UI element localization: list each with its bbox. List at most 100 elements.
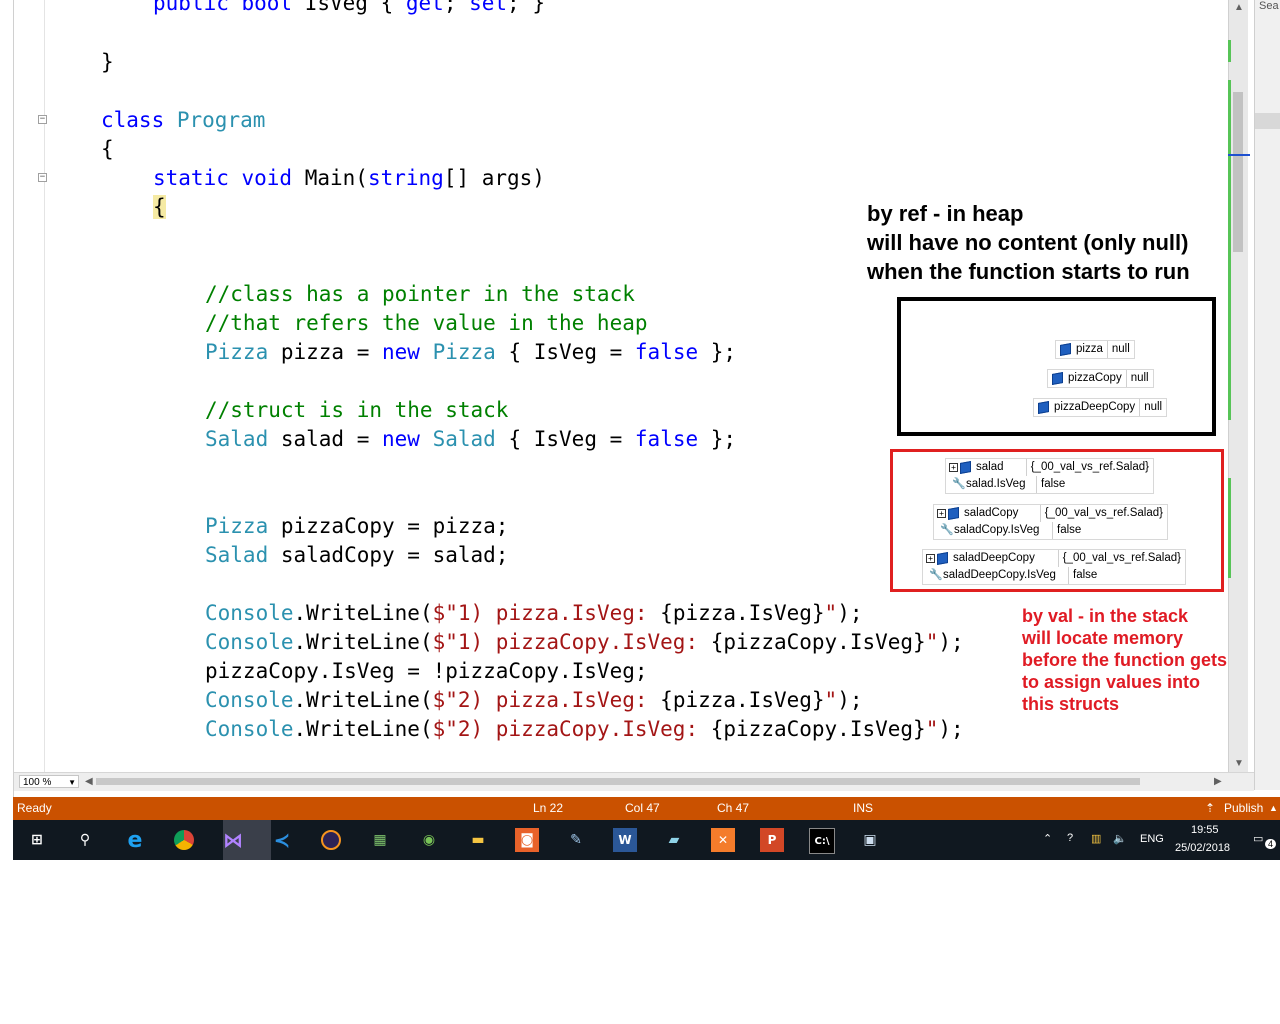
expand-icon[interactable]: + (949, 463, 958, 472)
datatip-salad[interactable]: + salad {_00_val_vs_ref.Salad} 🔧 salad.IsVe… (945, 458, 1154, 494)
collapse-icon[interactable]: − (38, 115, 47, 124)
vertical-scroll-thumb[interactable] (1233, 92, 1243, 252)
editor-bottom-bar: 100 % ▼ ◀ ▶ (14, 772, 1254, 791)
code-line-13: Salad saladCopy = salad; (205, 543, 509, 567)
calculator-icon[interactable]: ▦ (368, 828, 392, 852)
clock-time[interactable]: 19:55 (1191, 824, 1219, 836)
code-line-9: Pizza pizza = new Pizza { IsVeg = false … (205, 340, 737, 364)
code-line-8: //that refers the value in the heap (205, 311, 648, 335)
paint-app-icon[interactable]: ✎ (564, 828, 588, 852)
language-indicator[interactable]: ENG (1140, 833, 1164, 845)
chrome-icon[interactable] (172, 828, 196, 852)
datatip-value: null (1111, 343, 1130, 355)
datatip-saladcopy[interactable]: + saladCopy {_00_val_vs_ref.Salad} 🔧 saladC… (933, 504, 1168, 540)
status-column: Col 47 (625, 801, 660, 815)
stack-annotation-line: to assign values into (1022, 672, 1201, 692)
collapse-icon[interactable]: − (38, 173, 47, 182)
datatip-value: null (1144, 401, 1163, 413)
status-bar: Ready Ln 22 Col 47 Ch 47 INS ⇡ Publish ▲ (13, 797, 1280, 820)
android-studio-icon[interactable]: ◉ (417, 828, 441, 852)
notepad-app-icon[interactable]: ▰ (662, 828, 686, 852)
publish-up-icon[interactable]: ⇡ (1205, 797, 1215, 820)
orange-app-icon[interactable]: ◙ (515, 828, 539, 852)
scroll-down-icon[interactable]: ▼ (1234, 758, 1244, 769)
chevron-down-icon: ▼ (68, 778, 76, 787)
code-line-7: //class has a pointer in the stack (205, 282, 635, 306)
code-line-11: Salad salad = new Salad { IsVeg = false … (205, 427, 737, 451)
heap-annotation-line: by ref - in heap (867, 201, 1024, 226)
network-icon[interactable]: ▥ (1091, 832, 1101, 845)
volume-icon[interactable]: 🔈 (1113, 832, 1127, 845)
expand-icon[interactable]: + (926, 554, 935, 563)
file-explorer-icon[interactable]: ▬ (466, 828, 490, 852)
datatip-value: {_00_val_vs_ref.Salad} (1030, 461, 1149, 473)
variable-icon (948, 507, 959, 520)
notifications-icon[interactable]: ▭ (1253, 832, 1263, 845)
code-line-16: pizzaCopy.IsVeg = !pizzaCopy.IsVeg; (205, 659, 648, 683)
right-panel-search-label[interactable]: Sea (1259, 0, 1279, 12)
datatip-name: saladDeepCopy (953, 552, 1035, 564)
variable-icon (960, 461, 971, 474)
zoom-select[interactable]: 100 % ▼ (19, 775, 79, 788)
datatip-name: pizza (1076, 343, 1103, 355)
scroll-right-icon[interactable]: ▶ (1214, 776, 1222, 787)
heap-annotation-line: when the function starts to run (867, 259, 1190, 284)
datatip-name: salad (976, 461, 1004, 473)
change-marker (1228, 80, 1231, 420)
horizontal-scroll-thumb[interactable] (96, 778, 1140, 785)
code-line-15: Console.WriteLine($"1) pizzaCopy.IsVeg: … (205, 630, 964, 654)
caret-position-marker (1228, 154, 1250, 156)
expand-icon[interactable]: + (937, 509, 946, 518)
code-line-10: //struct is in the stack (205, 398, 509, 422)
publish-button[interactable]: Publish (1224, 797, 1263, 820)
left-window-edge (0, 0, 14, 860)
vertical-scrollbar[interactable]: ▲ ▼ (1228, 0, 1248, 772)
powerpoint-icon[interactable]: P (760, 828, 784, 852)
heap-annotation: by ref - in heap will have no content (o… (867, 199, 1190, 286)
xampp-icon[interactable]: ✕ (711, 828, 735, 852)
word-icon[interactable]: W (613, 828, 637, 852)
datatip-name: pizzaCopy (1068, 372, 1122, 384)
right-side-panel: Sea (1254, 0, 1280, 790)
stack-annotation-line: by val - in the stack (1022, 606, 1189, 626)
windows-taskbar: ⊞ ⚲ e ⋈ ≺ ▦ ◉ ▬ ◙ ✎ W ▰ ✕ P C:\ ▣ ⌃ ? ▥ … (13, 820, 1280, 860)
code-line-1: public bool IsVeg { get; set; } (153, 0, 545, 15)
code-line-2: } (101, 50, 114, 74)
visual-studio-icon[interactable]: ⋈ (221, 828, 245, 852)
datatip-pizzadeepcopy[interactable]: pizzaDeepCopy null (1033, 398, 1168, 417)
eclipse-icon[interactable] (319, 828, 343, 852)
variable-icon (1060, 343, 1071, 356)
tray-chevron-up-icon[interactable]: ⌃ (1043, 832, 1052, 845)
datatip-member-name: saladDeepCopy.IsVeg (943, 569, 1056, 581)
property-wrench-icon: 🔧 (940, 524, 954, 536)
publish-expand-icon[interactable]: ▲ (1269, 797, 1278, 820)
code-line-4: { (101, 137, 114, 161)
variable-icon (937, 552, 948, 565)
internet-explorer-icon[interactable]: e (123, 828, 147, 853)
datatip-pizza[interactable]: pizza null (1055, 340, 1135, 359)
datatip-pizzacopy[interactable]: pizzaCopy null (1047, 369, 1154, 388)
variable-icon (1038, 401, 1049, 414)
help-icon[interactable]: ? (1067, 832, 1073, 844)
screenshot-app-icon[interactable]: ▣ (858, 828, 882, 852)
datatip-member-value: false (1057, 524, 1082, 536)
datatip-saladdeepcopy[interactable]: + saladDeepCopy {_00_val_vs_ref.Salad} 🔧 sa… (922, 549, 1186, 585)
scroll-left-icon[interactable]: ◀ (85, 776, 93, 787)
right-panel-item[interactable] (1255, 113, 1280, 129)
zoom-value: 100 % (23, 777, 52, 788)
stack-annotation-line: this structs (1022, 694, 1120, 714)
vs-code-icon[interactable]: ≺ (270, 828, 294, 852)
datatip-member-value: false (1073, 569, 1098, 581)
scroll-up-icon[interactable]: ▲ (1234, 2, 1244, 13)
command-prompt-icon[interactable]: C:\ (809, 828, 835, 854)
datatip-member-name: salad.IsVeg (966, 478, 1026, 490)
clock-date[interactable]: 25/02/2018 (1175, 842, 1230, 854)
windows-start-icon[interactable]: ⊞ (25, 828, 49, 852)
property-wrench-icon: 🔧 (952, 478, 966, 490)
datatip-member-value: false (1041, 478, 1066, 490)
code-line-3: class Program (101, 108, 266, 132)
change-marker (1228, 40, 1231, 62)
search-icon[interactable]: ⚲ (73, 828, 97, 852)
heap-annotation-line: will have no content (only null) (867, 230, 1189, 255)
datatip-value: null (1130, 372, 1149, 384)
